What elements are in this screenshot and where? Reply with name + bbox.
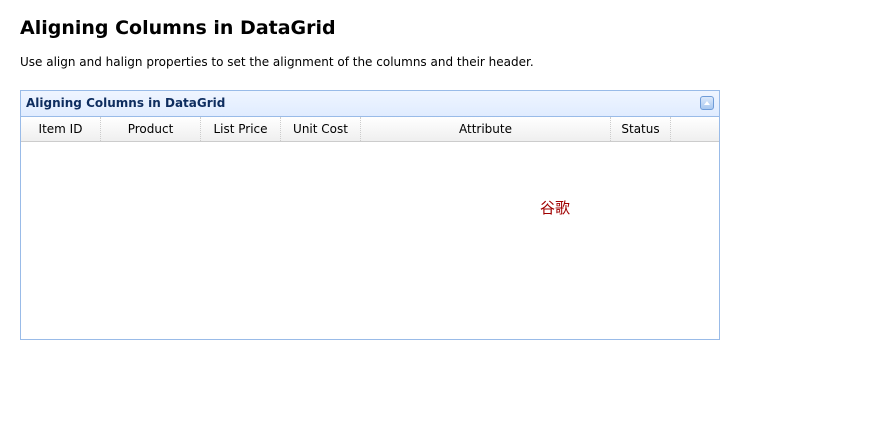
panel-header: Aligning Columns in DataGrid [21,91,719,117]
column-header-list-price[interactable]: List Price [201,117,281,141]
datagrid-panel: Aligning Columns in DataGrid Item ID Pro… [20,90,720,340]
column-header-item-id[interactable]: Item ID [21,117,101,141]
grid-body [21,142,719,339]
page-description: Use align and halign properties to set t… [20,55,534,69]
column-header-unit-cost[interactable]: Unit Cost [281,117,361,141]
page-title: Aligning Columns in DataGrid [20,17,336,39]
column-header-status[interactable]: Status [611,117,671,141]
grid-header: Item ID Product List Price Unit Cost Att… [21,117,719,142]
column-header-product[interactable]: Product [101,117,201,141]
column-header-attribute[interactable]: Attribute [361,117,611,141]
column-header-filler [671,117,719,141]
collapse-button[interactable] [700,96,714,110]
panel-title: Aligning Columns in DataGrid [26,96,226,110]
chevron-up-icon [704,101,710,105]
overlay-text: 谷歌 [540,199,571,217]
